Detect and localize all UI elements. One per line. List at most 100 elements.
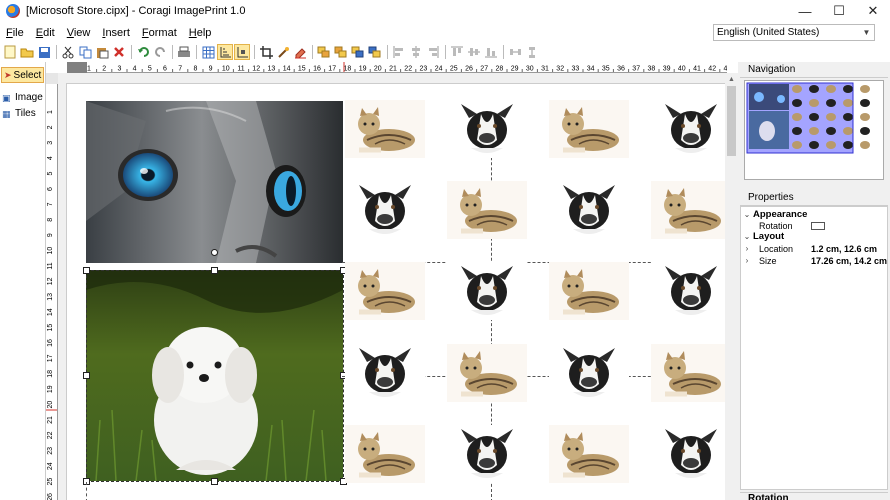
menu-help[interactable]: Help — [183, 27, 218, 39]
grid-icon[interactable] — [200, 44, 216, 60]
crop-icon[interactable] — [258, 44, 274, 60]
prop-size[interactable]: › Size 17.26 cm, 14.2 cm — [741, 255, 889, 266]
prop-rotation[interactable]: Rotation — [741, 220, 889, 231]
paste-icon[interactable] — [94, 44, 110, 60]
selection-frame[interactable] — [86, 270, 344, 482]
language-value: English (United States) — [717, 27, 820, 38]
size-label: Size — [759, 255, 777, 266]
align-top-icon[interactable] — [449, 44, 465, 60]
menu-bar: File Edit View Insert Format Help — [0, 24, 217, 42]
resize-handle-nw[interactable] — [83, 267, 90, 274]
align-middle-icon[interactable] — [466, 44, 482, 60]
navigation-header: Navigation — [740, 64, 888, 78]
cat-tile[interactable] — [345, 425, 425, 483]
tiles-tool-button[interactable]: ▦ Tiles — [2, 108, 36, 119]
menu-insert[interactable]: Insert — [96, 27, 136, 39]
cat-tile[interactable] — [651, 181, 725, 239]
send-back-icon[interactable] — [367, 44, 383, 60]
cat-tile[interactable] — [651, 344, 725, 402]
snap-grid-icon[interactable] — [217, 44, 233, 60]
effects-icon[interactable] — [275, 44, 291, 60]
collapse-icon[interactable]: ⌄ — [741, 232, 753, 241]
send-backward-icon[interactable] — [350, 44, 366, 60]
navigation-preview[interactable] — [744, 80, 884, 180]
cat-tile[interactable] — [549, 100, 629, 158]
vertical-scrollbar[interactable]: ▲ — [725, 73, 738, 500]
dog-tile[interactable] — [345, 344, 425, 402]
rotate-handle[interactable] — [211, 249, 218, 256]
copy-icon[interactable] — [77, 44, 93, 60]
close-button[interactable]: ✕ — [856, 0, 890, 22]
print-icon[interactable] — [176, 44, 192, 60]
ruler-tick-label: 21 — [47, 416, 54, 424]
bring-front-icon[interactable] — [316, 44, 332, 60]
new-file-icon[interactable] — [2, 44, 18, 60]
align-center-icon[interactable] — [408, 44, 424, 60]
resize-handle-s[interactable] — [211, 478, 218, 485]
align-left-icon[interactable] — [391, 44, 407, 60]
cat-tile[interactable] — [345, 100, 425, 158]
image-tool-button[interactable]: ▣ Image — [2, 92, 43, 103]
ruler-tick-label: 4 — [47, 156, 54, 160]
rotation-value[interactable] — [811, 221, 825, 230]
cat-tile[interactable] — [447, 344, 527, 402]
resize-handle-w[interactable] — [83, 372, 90, 379]
dog-tile[interactable] — [549, 344, 629, 402]
properties-grid: ⌄ Appearance Rotation ⌄ Layout › Locatio… — [740, 206, 888, 490]
expand-icon[interactable]: › — [741, 244, 753, 253]
expand-icon[interactable]: › — [741, 256, 753, 265]
eraser-icon[interactable] — [292, 44, 308, 60]
ruler-tick-label: 43 — [724, 66, 727, 73]
group-appearance[interactable]: ⌄ Appearance — [741, 209, 889, 220]
guide-line-vertical-2[interactable] — [86, 482, 87, 500]
maximize-button[interactable]: ☐ — [822, 0, 856, 22]
dog-tile[interactable] — [651, 425, 725, 483]
minimize-button[interactable]: — — [788, 0, 822, 22]
location-value[interactable]: 1.2 cm, 12.6 cm — [811, 244, 877, 254]
prop-location[interactable]: › Location 1.2 cm, 12.6 cm — [741, 243, 889, 254]
language-select[interactable]: English (United States) ▼ — [713, 24, 875, 41]
cat-tile[interactable] — [345, 262, 425, 320]
open-folder-icon[interactable] — [19, 44, 35, 60]
cat-tile[interactable] — [549, 262, 629, 320]
print-page[interactable] — [66, 83, 725, 500]
ruler-tick-label: 12 — [252, 66, 260, 73]
dog-tile[interactable] — [345, 181, 425, 239]
align-bottom-icon[interactable] — [483, 44, 499, 60]
dog-tile[interactable] — [651, 100, 725, 158]
align-right-icon[interactable] — [425, 44, 441, 60]
dog-tile[interactable] — [447, 262, 527, 320]
collapse-icon[interactable]: ⌄ — [741, 210, 753, 219]
undo-icon[interactable] — [135, 44, 151, 60]
distribute-v-icon[interactable] — [524, 44, 540, 60]
dog-tile[interactable] — [447, 425, 527, 483]
group-layout[interactable]: ⌄ Layout — [741, 231, 889, 242]
cut-icon[interactable] — [60, 44, 76, 60]
chevron-down-icon[interactable]: ▼ — [860, 26, 873, 39]
dog-tile[interactable] — [549, 181, 629, 239]
dog-tile[interactable] — [447, 100, 527, 158]
scrollbar-thumb[interactable] — [727, 86, 736, 156]
menu-view[interactable]: View — [61, 27, 97, 39]
menu-format[interactable]: Format — [136, 27, 183, 39]
redo-icon[interactable] — [152, 44, 168, 60]
cat-tile[interactable] — [549, 425, 629, 483]
cat-tile[interactable] — [447, 181, 527, 239]
save-icon[interactable] — [36, 44, 52, 60]
nav-tile-thumb — [792, 141, 802, 149]
size-value[interactable]: 17.26 cm, 14.2 cm — [811, 256, 887, 266]
menu-file[interactable]: File — [0, 27, 30, 39]
ruler-tick-label: 20 — [374, 66, 382, 73]
delete-icon[interactable] — [111, 44, 127, 60]
cat-eyes-photo[interactable] — [86, 101, 343, 263]
menu-edit[interactable]: Edit — [30, 27, 61, 39]
scroll-up-icon[interactable]: ▲ — [725, 73, 738, 86]
dog-tile[interactable] — [651, 262, 725, 320]
document-canvas[interactable] — [58, 73, 725, 500]
distribute-h-icon[interactable] — [507, 44, 523, 60]
snap-guides-icon[interactable] — [234, 44, 250, 60]
resize-handle-n[interactable] — [211, 267, 218, 274]
bring-forward-icon[interactable] — [333, 44, 349, 60]
nav-tile-thumb — [843, 127, 853, 135]
select-tool-button[interactable]: ➤ Select — [1, 67, 44, 83]
